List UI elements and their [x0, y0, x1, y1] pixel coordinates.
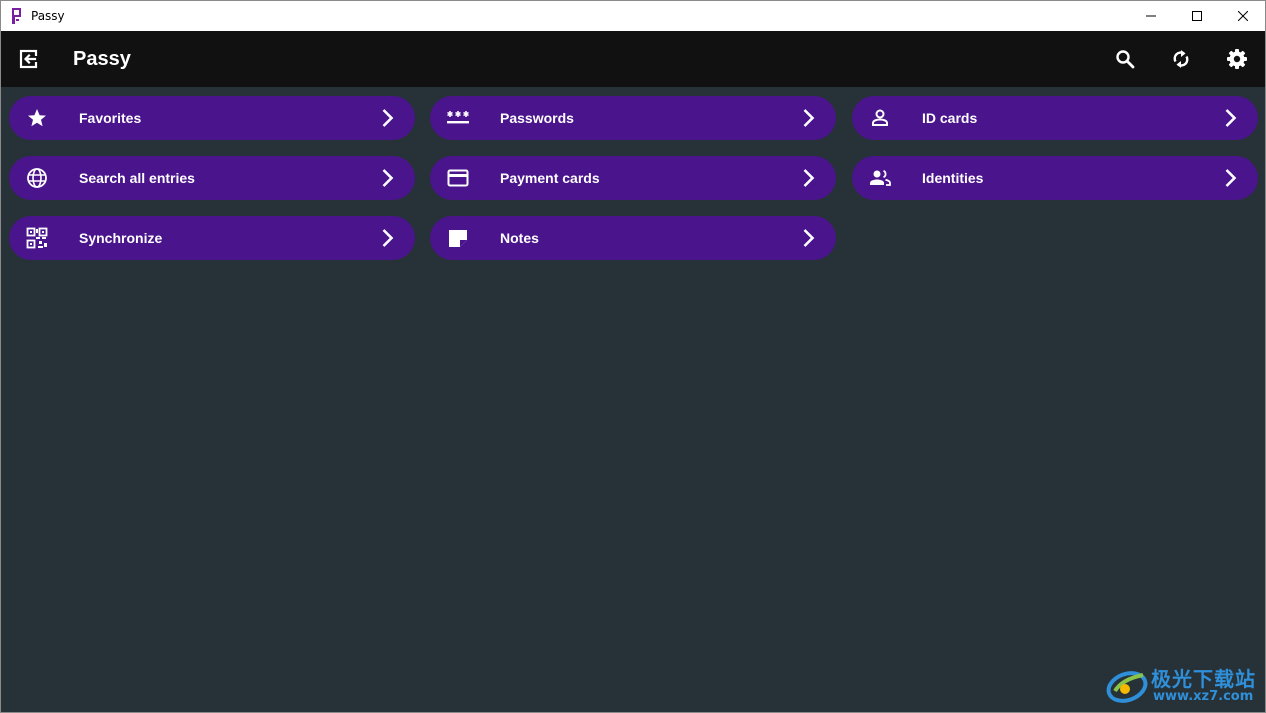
search-all-entries-button[interactable]: Search all entries — [9, 156, 415, 200]
chevron-right-icon — [1225, 169, 1237, 187]
note-icon — [449, 230, 467, 247]
settings-icon[interactable] — [1225, 47, 1249, 71]
payment-cards-label: Payment cards — [500, 170, 600, 186]
watermark-url: www.xz7.com — [1153, 689, 1254, 704]
qr-code-icon — [26, 227, 48, 249]
search-icon[interactable] — [1113, 47, 1137, 71]
password-icon — [447, 111, 469, 124]
app-window: Passy Passy Favorites Passwords ID cards… — [0, 0, 1266, 713]
passy-app-icon — [12, 8, 21, 24]
id-cards-button[interactable]: ID cards — [852, 96, 1258, 140]
payment-cards-button[interactable]: Payment cards — [430, 156, 836, 200]
chevron-right-icon — [382, 169, 394, 187]
maximize-icon — [1192, 11, 1202, 21]
id-cards-label: ID cards — [922, 110, 978, 126]
person-icon — [872, 109, 888, 126]
window-titlebar[interactable]: Passy — [1, 1, 1265, 31]
minimize-button[interactable] — [1128, 1, 1174, 31]
identities-button[interactable]: Identities — [852, 156, 1258, 200]
favorites-button[interactable]: Favorites — [9, 96, 415, 140]
sync-icon[interactable] — [1169, 47, 1193, 71]
passwords-label: Passwords — [500, 110, 574, 126]
watermark-name: 极光下载站 — [1151, 667, 1256, 691]
identities-label: Identities — [922, 170, 984, 186]
credit-card-icon — [447, 169, 469, 187]
minimize-icon — [1146, 15, 1156, 17]
chevron-right-icon — [803, 109, 815, 127]
close-button[interactable] — [1220, 1, 1265, 31]
synchronize-button[interactable]: Synchronize — [9, 216, 415, 260]
chevron-right-icon — [382, 109, 394, 127]
globe-icon — [27, 168, 47, 188]
chevron-right-icon — [803, 169, 815, 187]
app-bar: Passy — [1, 31, 1265, 87]
chevron-right-icon — [382, 229, 394, 247]
favorites-label: Favorites — [79, 110, 142, 126]
search-all-entries-label: Search all entries — [79, 170, 195, 186]
maximize-button[interactable] — [1174, 1, 1220, 31]
notes-label: Notes — [500, 230, 539, 246]
close-icon — [1238, 11, 1248, 21]
passwords-button[interactable]: Passwords — [430, 96, 836, 140]
watermark-logo-icon — [1106, 671, 1148, 703]
chevron-right-icon — [803, 229, 815, 247]
star-icon — [28, 109, 46, 127]
watermark: 极光下载站 www.xz7.com — [1105, 661, 1261, 709]
notes-button[interactable]: Notes — [430, 216, 836, 260]
page-title: Passy — [73, 48, 131, 70]
synchronize-label: Synchronize — [79, 230, 163, 246]
logout-icon[interactable] — [17, 47, 41, 71]
people-icon — [870, 169, 891, 186]
chevron-right-icon — [1225, 109, 1237, 127]
window-title: Passy — [31, 9, 65, 23]
